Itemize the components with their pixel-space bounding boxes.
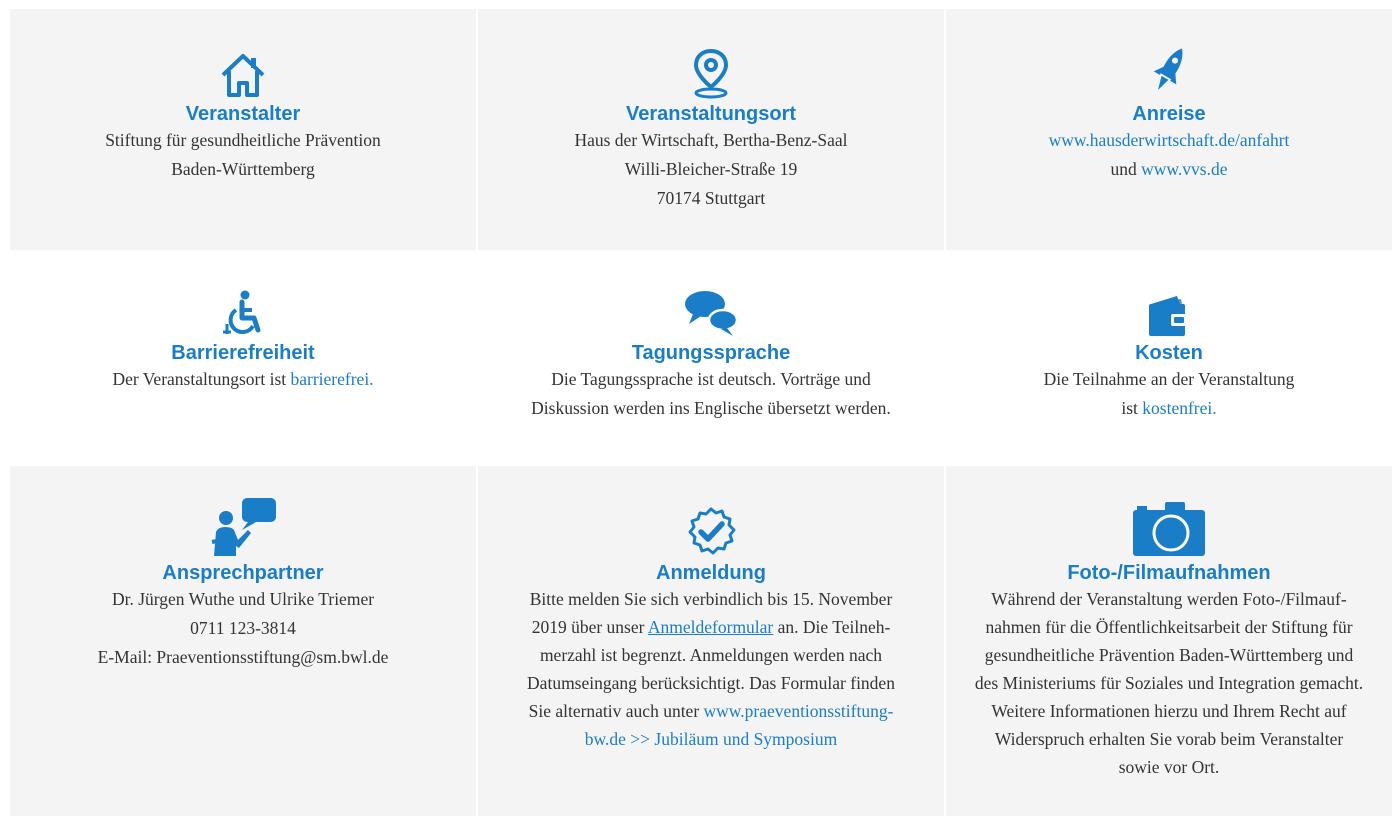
card-anmeldung: Anmeldung Bitte melden Sie sich verbindl…	[478, 466, 944, 816]
text-line: Die Teilnahme an der Veranstaltung	[1043, 369, 1295, 389]
speech-bubbles-icon	[478, 276, 944, 338]
card-body: Die Teilnahme an der Veranstaltung ist k…	[946, 365, 1392, 423]
card-title: Veranstalter	[185, 103, 301, 125]
link-anmeldeformular[interactable]: Anmeldeformular	[648, 617, 773, 637]
check-badge-icon	[478, 496, 944, 558]
text-line: 2019 über unser	[531, 617, 645, 637]
card-body: Haus der Wirtschaft, Bertha-Benz-Saal Wi…	[478, 126, 944, 213]
link-hausderwirtschaft[interactable]: www.hausderwirtschaft.de/anfahrt	[1049, 130, 1290, 150]
text-line: 0711 123-3814	[190, 618, 296, 638]
location-pin-icon	[478, 37, 944, 99]
card-ansprechpartner: Ansprechpartner Dr. Jürgen Wuthe und Ulr…	[10, 466, 476, 816]
text-line: Diskussion werden ins Englische übersetz…	[531, 398, 891, 418]
card-anreise: Anreise www.hausderwirtschaft.de/anfahrt…	[946, 9, 1392, 250]
card-title: Tagungssprache	[631, 342, 791, 364]
card-title: Anmeldung	[656, 562, 766, 584]
text-line: Der Veranstaltungsort ist	[112, 369, 287, 389]
text-and: und	[1110, 159, 1137, 179]
text-line: Bitte melden Sie sich verbindlich bis 15…	[529, 589, 893, 609]
card-veranstalter: Veranstalter Stiftung für gesundheitlich…	[10, 9, 476, 250]
card-body: www.hausderwirtschaft.de/anfahrt und www…	[946, 126, 1392, 184]
card-title: Veranstaltungsort	[625, 103, 797, 125]
card-body: Während der Veranstaltung werden Foto-/F…	[946, 585, 1392, 781]
text-line: Während der Veranstaltung werden Foto-/F…	[991, 589, 1347, 609]
card-title: Anreise	[1132, 103, 1206, 125]
rocket-icon	[946, 37, 1392, 99]
card-title: Kosten	[1135, 342, 1203, 364]
text-line: Widerspruch erhalten Sie vorab beim Vera…	[994, 729, 1344, 749]
card-title: Foto-/Filmaufnahmen	[1067, 562, 1271, 584]
text-line: Haus der Wirtschaft, Bertha-Benz-Saal	[574, 130, 848, 150]
card-body: Der Veranstaltungsort ist barrierefrei.	[10, 365, 476, 394]
wheelchair-icon	[10, 276, 476, 338]
text-line: merzahl ist begrenzt. Anmeldungen werden…	[539, 645, 883, 665]
card-title: Barrierefreiheit	[171, 342, 315, 364]
card-body: Bitte melden Sie sich verbindlich bis 15…	[478, 585, 944, 753]
text-line: Stiftung für gesundheitliche Prävention	[105, 130, 381, 150]
card-foto-filmaufnahmen: Foto-/Filmaufnahmen Während der Veransta…	[946, 466, 1392, 816]
card-body: Dr. Jürgen Wuthe und Ulrike Triemer 0711…	[10, 585, 476, 672]
text-line: Weitere Informationen hierzu und Ihrem R…	[991, 701, 1347, 721]
card-body: Die Tagungssprache ist deutsch. Vorträge…	[478, 365, 944, 423]
text-line: ist	[1121, 398, 1138, 418]
camera-icon	[946, 496, 1392, 558]
card-title: Ansprechpartner	[162, 562, 324, 584]
link-vvs[interactable]: www.vvs.de	[1141, 159, 1227, 179]
text-line: E-Mail: Praeventionsstiftung@sm.bwl.de	[97, 647, 389, 667]
link-kostenfrei[interactable]: kostenfrei.	[1142, 398, 1216, 418]
text-line: Die Tagungssprache ist deutsch. Vorträge…	[551, 369, 871, 389]
text-line: an. Die Teilneh-	[777, 617, 891, 637]
text-line: Willi-Bleicher-Straße 19	[624, 159, 798, 179]
text-line: sowie vor Ort.	[1118, 757, 1220, 777]
card-tagungssprache: Tagungssprache Die Tagungssprache ist de…	[478, 252, 944, 464]
wallet-icon	[946, 276, 1392, 338]
house-icon	[10, 37, 476, 99]
text-line: 70174 Stuttgart	[656, 188, 766, 208]
card-body: Stiftung für gesundheitliche Prävention …	[10, 126, 476, 184]
text-line: Sie alternativ auch unter	[528, 701, 700, 721]
text-line: nahmen für die Öffentlichkeitsarbeit der…	[985, 617, 1353, 637]
link-barrierefrei[interactable]: barrierefrei.	[291, 369, 374, 389]
info-grid: Veranstalter Stiftung für gesundheitlich…	[10, 9, 1392, 816]
link-jubilaeum[interactable]: bw.de >> Jubiläum und Symposium	[585, 729, 837, 749]
text-line: des Ministeriums für Soziales und Integr…	[974, 673, 1364, 693]
text-line: Datumseingang berücksichtigt. Das Formul…	[527, 673, 895, 693]
person-speaking-icon	[10, 496, 476, 558]
text-line: gesundheitliche Prävention Baden-Württem…	[984, 645, 1354, 665]
card-veranstaltungsort: Veranstaltungsort Haus der Wirtschaft, B…	[478, 9, 944, 250]
card-barrierefreiheit: Barrierefreiheit Der Veranstaltungsort i…	[10, 252, 476, 464]
card-kosten: Kosten Die Teilnahme an der Veranstaltun…	[946, 252, 1392, 464]
link-praeventionsstiftung[interactable]: www.praeventionsstiftung-	[704, 701, 894, 721]
text-line: Baden-Württemberg	[171, 159, 315, 179]
text-line: Dr. Jürgen Wuthe und Ulrike Triemer	[111, 589, 375, 609]
